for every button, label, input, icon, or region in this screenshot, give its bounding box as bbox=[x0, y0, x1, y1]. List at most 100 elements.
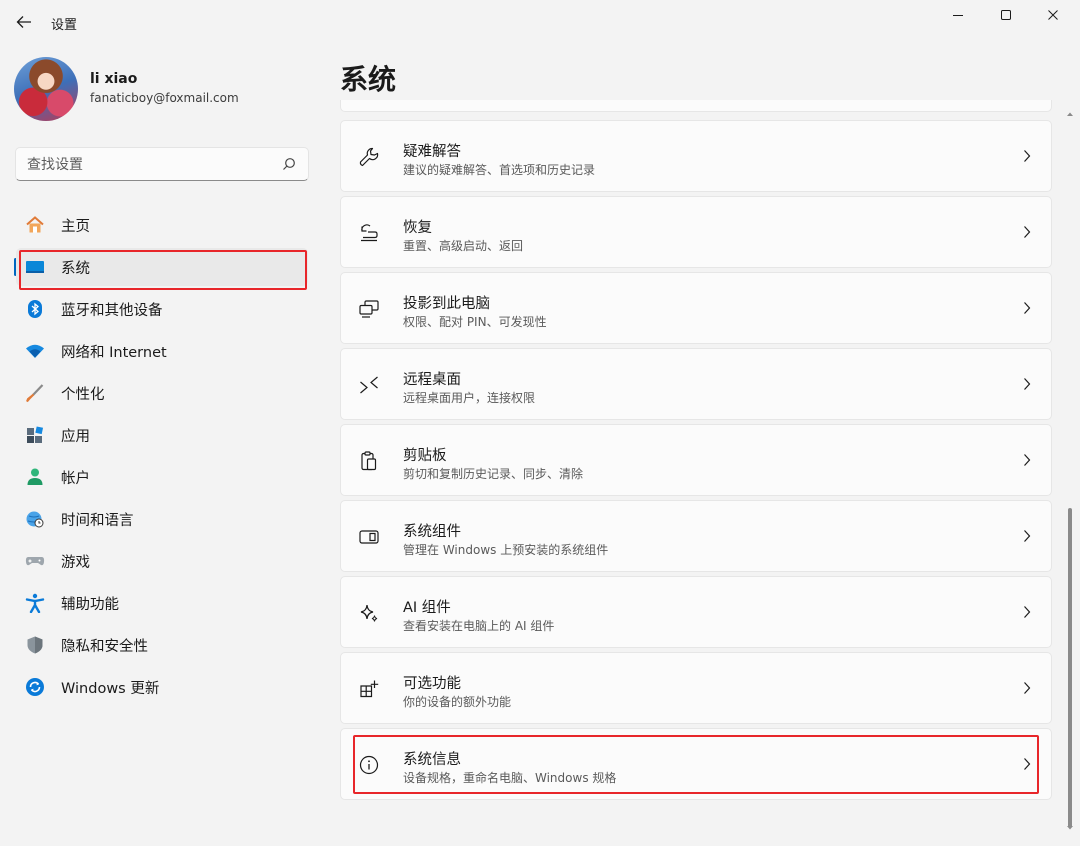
card-description: 查看安装在电脑上的 AI 组件 bbox=[403, 619, 555, 633]
sidebar-item-label: 隐私和安全性 bbox=[61, 638, 148, 655]
sidebar-item-personalization[interactable]: 个性化 bbox=[16, 374, 308, 412]
optional-features-icon bbox=[358, 678, 380, 700]
card-project-to-pc[interactable]: 投影到此电脑 权限、配对 PIN、可发现性 bbox=[340, 272, 1052, 344]
card-about[interactable]: 系统信息 设备规格，重命名电脑、Windows 规格 bbox=[340, 728, 1052, 800]
scroll-up-icon[interactable] bbox=[1066, 110, 1074, 118]
sidebar-item-label: 辅助功能 bbox=[61, 596, 119, 613]
card-ai-components[interactable]: AI 组件 查看安装在电脑上的 AI 组件 bbox=[340, 576, 1052, 648]
back-arrow-icon bbox=[16, 16, 31, 28]
globe-clock-icon bbox=[25, 509, 45, 529]
title-bar: 设置 bbox=[0, 0, 1080, 44]
sidebar-item-label: 游戏 bbox=[61, 554, 90, 571]
chevron-right-icon bbox=[1024, 530, 1031, 542]
chevron-right-icon bbox=[1024, 302, 1031, 314]
sidebar-item-time-language[interactable]: 时间和语言 bbox=[16, 500, 308, 538]
partial-card bbox=[340, 100, 1052, 112]
card-description: 管理在 Windows 上预安装的系统组件 bbox=[403, 543, 609, 557]
clipboard-icon bbox=[358, 450, 380, 472]
sidebar-item-accounts[interactable]: 帐户 bbox=[16, 458, 308, 496]
search-placeholder: 查找设置 bbox=[27, 157, 83, 173]
search-input[interactable]: 查找设置 bbox=[15, 147, 309, 181]
sidebar-item-label: 时间和语言 bbox=[61, 512, 134, 529]
sidebar-item-system[interactable]: 系统 bbox=[16, 248, 308, 286]
avatar[interactable] bbox=[14, 57, 78, 121]
sidebar-item-label: Windows 更新 bbox=[61, 680, 160, 697]
scroll-thumb[interactable] bbox=[1068, 508, 1072, 828]
minimize-icon bbox=[953, 15, 963, 16]
accessibility-icon bbox=[25, 593, 45, 613]
card-description: 设备规格，重命名电脑、Windows 规格 bbox=[403, 771, 617, 785]
shield-icon bbox=[25, 635, 45, 655]
sidebar-item-home[interactable]: 主页 bbox=[16, 206, 308, 244]
card-optional-features[interactable]: 可选功能 你的设备的额外功能 bbox=[340, 652, 1052, 724]
system-icon bbox=[25, 257, 45, 277]
page-title: 系统 bbox=[340, 63, 397, 96]
search-icon bbox=[283, 158, 295, 170]
maximize-icon bbox=[1001, 10, 1011, 20]
card-title: 剪贴板 bbox=[403, 448, 447, 464]
card-system-components[interactable]: 系统组件 管理在 Windows 上预安装的系统组件 bbox=[340, 500, 1052, 572]
sidebar-item-label: 应用 bbox=[61, 428, 90, 445]
close-button[interactable] bbox=[1030, 0, 1076, 30]
update-icon bbox=[25, 677, 45, 697]
sidebar-item-privacy[interactable]: 隐私和安全性 bbox=[16, 626, 308, 664]
chevron-right-icon bbox=[1024, 226, 1031, 238]
components-icon bbox=[358, 526, 380, 548]
recovery-icon bbox=[358, 222, 380, 244]
chevron-right-icon bbox=[1024, 378, 1031, 390]
sidebar-item-accessibility[interactable]: 辅助功能 bbox=[16, 584, 308, 622]
brush-icon bbox=[25, 383, 45, 403]
chevron-right-icon bbox=[1024, 150, 1031, 162]
scrollbar[interactable] bbox=[1066, 100, 1074, 840]
card-troubleshoot[interactable]: 疑难解答 建议的疑难解答、首选项和历史记录 bbox=[340, 120, 1052, 192]
sidebar-item-bluetooth[interactable]: 蓝牙和其他设备 bbox=[16, 290, 308, 328]
sidebar-item-label: 蓝牙和其他设备 bbox=[61, 302, 163, 319]
wifi-icon bbox=[25, 341, 45, 361]
chevron-right-icon bbox=[1024, 606, 1031, 618]
scroll-down-icon[interactable] bbox=[1066, 824, 1074, 832]
card-title: 远程桌面 bbox=[403, 372, 461, 388]
account-icon bbox=[25, 467, 45, 487]
sidebar-item-label: 系统 bbox=[61, 260, 90, 277]
card-description: 你的设备的额外功能 bbox=[403, 695, 512, 709]
card-recovery[interactable]: 恢复 重置、高级启动、返回 bbox=[340, 196, 1052, 268]
project-icon bbox=[358, 298, 380, 320]
remote-desktop-icon bbox=[358, 374, 380, 396]
card-clipboard[interactable]: 剪贴板 剪切和复制历史记录、同步、清除 bbox=[340, 424, 1052, 496]
apps-icon bbox=[25, 425, 45, 445]
sidebar-item-windows-update[interactable]: Windows 更新 bbox=[16, 668, 308, 706]
user-name: li xiao bbox=[90, 71, 138, 87]
user-email: fanaticboy@foxmail.com bbox=[90, 91, 239, 105]
sidebar-item-label: 主页 bbox=[61, 218, 90, 235]
card-description: 权限、配对 PIN、可发现性 bbox=[403, 315, 547, 329]
wrench-icon bbox=[358, 146, 380, 168]
card-remote-desktop[interactable]: 远程桌面 远程桌面用户，连接权限 bbox=[340, 348, 1052, 420]
card-title: 系统组件 bbox=[403, 524, 461, 540]
chevron-right-icon bbox=[1024, 758, 1031, 770]
settings-window: 设置 li xiao fanaticboy@foxmail.com 查找设置 主… bbox=[0, 0, 1080, 846]
card-description: 建议的疑难解答、首选项和历史记录 bbox=[403, 163, 596, 177]
gamepad-icon bbox=[25, 551, 45, 571]
chevron-right-icon bbox=[1024, 682, 1031, 694]
sidebar-item-apps[interactable]: 应用 bbox=[16, 416, 308, 454]
card-description: 剪切和复制历史记录、同步、清除 bbox=[403, 467, 584, 481]
card-title: 可选功能 bbox=[403, 676, 461, 692]
card-title: AI 组件 bbox=[403, 600, 451, 616]
settings-card-list: 疑难解答 建议的疑难解答、首选项和历史记录 恢复 重置、高级启动、返回 投影到此… bbox=[340, 100, 1052, 846]
info-icon bbox=[358, 754, 380, 776]
sidebar-item-gaming[interactable]: 游戏 bbox=[16, 542, 308, 580]
chevron-right-icon bbox=[1024, 454, 1031, 466]
minimize-button[interactable] bbox=[935, 0, 981, 30]
back-button[interactable] bbox=[10, 8, 38, 36]
bluetooth-icon bbox=[25, 299, 45, 319]
card-title: 系统信息 bbox=[403, 752, 461, 768]
card-description: 重置、高级启动、返回 bbox=[403, 239, 524, 253]
card-title: 投影到此电脑 bbox=[403, 296, 490, 312]
card-description: 远程桌面用户，连接权限 bbox=[403, 391, 536, 405]
sidebar-item-label: 个性化 bbox=[61, 386, 105, 403]
sidebar-item-network[interactable]: 网络和 Internet bbox=[16, 332, 308, 370]
sidebar-item-label: 帐户 bbox=[61, 470, 90, 487]
maximize-button[interactable] bbox=[983, 0, 1029, 30]
close-icon bbox=[1048, 10, 1058, 20]
card-title: 恢复 bbox=[403, 220, 432, 236]
